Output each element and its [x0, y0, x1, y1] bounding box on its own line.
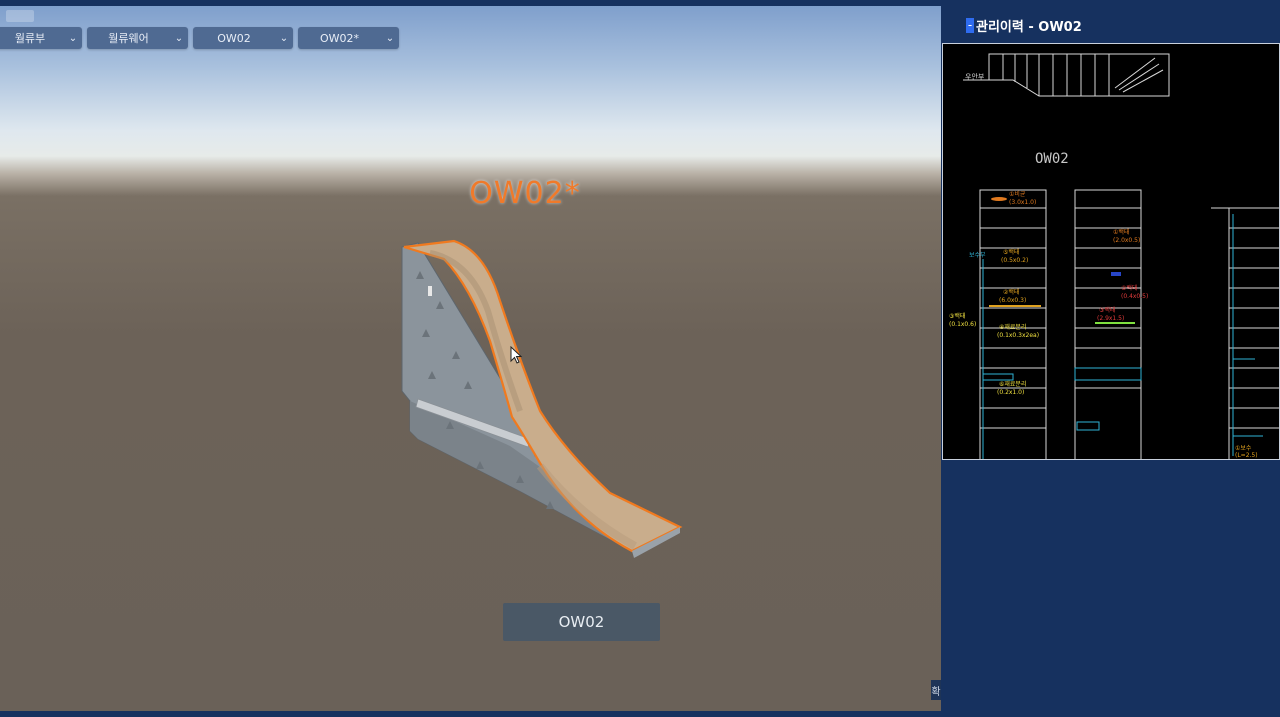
chevron-down-icon: ⌄	[174, 32, 184, 44]
dropdown-submember[interactable]: OW02* ⌄	[298, 27, 399, 49]
svg-text:③백태: ③백태	[949, 312, 965, 320]
svg-text:(0.5x0.2): (0.5x0.2)	[1001, 257, 1028, 264]
3d-viewport[interactable]: 월류부 ⌄ 월류웨어 ⌄ OW02 ⌄ OW02* ⌄ OW02* OW02 확	[0, 6, 941, 711]
repair-lines-right	[1232, 214, 1263, 456]
history-side-panel: - 관리이력 - OW02 우안부 OW02 ①비균 (3.0x1.0) ⑤백태…	[941, 6, 1280, 717]
section-right	[1211, 207, 1279, 459]
svg-text:(L=2.5): (L=2.5)	[1235, 452, 1258, 459]
cad-drawing-view[interactable]: 우안부 OW02 ①비균 (3.0x1.0) ⑤백태 (0.5x0.2) ②백태…	[942, 43, 1280, 460]
svg-text:①비균: ①비균	[1009, 190, 1026, 198]
svg-text:(3.0x1.0): (3.0x1.0)	[1009, 199, 1036, 206]
dropdown-member-label: OW02	[217, 31, 251, 45]
spillway-3d-model[interactable]	[390, 231, 690, 576]
svg-text:(2.9x1.5): (2.9x1.5)	[1097, 315, 1124, 322]
dropdown-structure-label: 월류웨어	[108, 32, 149, 45]
top-elevation	[963, 53, 1170, 97]
minimize-icon[interactable]: -	[966, 17, 974, 33]
repair-lines-middle	[1074, 367, 1142, 431]
svg-text:(6.0x0.3): (6.0x0.3)	[999, 297, 1026, 304]
panel-title: 관리이력 - OW02	[976, 19, 1082, 35]
svg-text:(0.4x0.5): (0.4x0.5)	[1121, 293, 1148, 300]
svg-text:①백태: ①백태	[1113, 228, 1129, 236]
svg-text:②백태: ②백태	[1003, 288, 1019, 296]
svg-text:①보수: ①보수	[1235, 445, 1252, 452]
svg-text:보수부: 보수부	[969, 252, 986, 259]
dropdown-member[interactable]: OW02 ⌄	[193, 27, 293, 49]
cad-drawing: 우안부 OW02 ①비균 (3.0x1.0) ⑤백태 (0.5x0.2) ②백태…	[949, 53, 1279, 459]
svg-text:⑥재료분리: ⑥재료분리	[999, 380, 1026, 388]
svg-text:②백태: ②백태	[1121, 284, 1137, 292]
model-floating-label: OW02*	[469, 176, 581, 211]
dropdown-submember-label: OW02*	[319, 31, 360, 45]
annotations-middle: ①백태 (2.0x0.5) ②백태 (0.4x0.5) ③백태 (2.9x1.5…	[1095, 228, 1148, 324]
object-name-button[interactable]: OW02	[503, 603, 660, 641]
svg-text:④재료분리: ④재료분리	[999, 323, 1026, 331]
section-label: OW02	[1035, 151, 1069, 167]
section-middle	[1074, 189, 1142, 459]
annotations-left: ①비균 (3.0x1.0) ⑤백태 (0.5x0.2) ②백태 (6.0x0.3…	[949, 190, 1041, 396]
panel-title-bar: - 관리이력 - OW02	[941, 6, 1280, 44]
dropdown-section-label: 월류부	[14, 32, 46, 45]
corner-button[interactable]: 확	[931, 680, 941, 700]
chevron-down-icon: ⌄	[385, 32, 395, 44]
model-opening	[428, 286, 432, 296]
svg-text:(0.1x0.6): (0.1x0.6)	[949, 321, 976, 328]
svg-text:(0.1x0.3x2ea): (0.1x0.3x2ea)	[997, 332, 1039, 339]
top-elevation-label: 우안부	[965, 72, 985, 81]
mouse-cursor-icon	[510, 346, 523, 364]
faint-toolbar-button[interactable]	[6, 10, 34, 22]
dropdown-section[interactable]: 월류부 ⌄	[0, 27, 82, 49]
dropdown-structure[interactable]: 월류웨어 ⌄	[87, 27, 188, 49]
svg-text:(0.2x1.0): (0.2x1.0)	[997, 389, 1024, 396]
svg-text:⑤백태: ⑤백태	[1003, 248, 1019, 256]
bottom-bar	[0, 711, 941, 717]
annotations-right: ①보수 (L=2.5)	[1235, 445, 1258, 459]
chevron-down-icon: ⌄	[68, 32, 78, 44]
chevron-down-icon: ⌄	[279, 32, 289, 44]
svg-text:③백태: ③백태	[1099, 306, 1115, 314]
svg-text:(2.0x0.5): (2.0x0.5)	[1113, 237, 1140, 244]
